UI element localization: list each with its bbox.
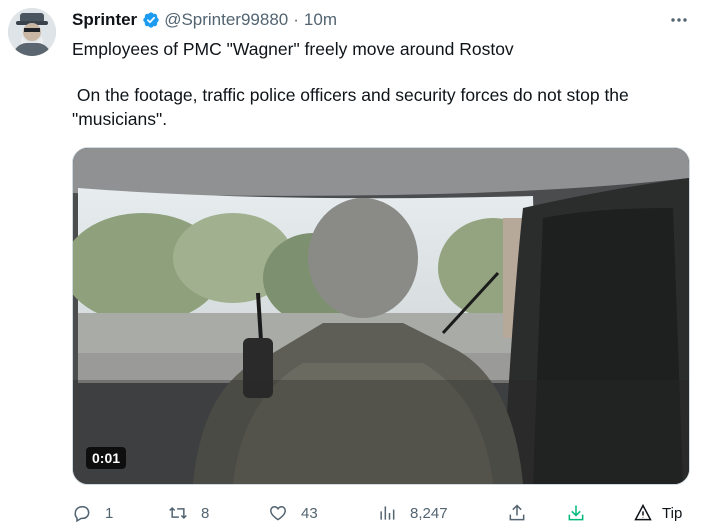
retweet-icon — [169, 506, 187, 520]
action-bar: 1 8 43 8,247 Tip — [72, 499, 692, 527]
tip-button[interactable]: Tip — [633, 499, 682, 527]
separator-dot: · — [293, 10, 299, 29]
download-button[interactable] — [566, 499, 586, 527]
share-icon — [509, 504, 525, 521]
reply-button[interactable]: 1 — [72, 499, 113, 527]
retweet-button[interactable]: 8 — [168, 499, 209, 527]
views-button[interactable]: 8,247 — [377, 499, 448, 527]
reply-count: 1 — [105, 504, 114, 522]
download-icon — [568, 505, 584, 521]
timestamp[interactable]: 10m — [304, 10, 337, 30]
like-button[interactable]: 43 — [268, 499, 318, 527]
tweet: Sprinter @Sprinter99880 · 10m Employees … — [0, 0, 701, 528]
views-icon — [380, 506, 395, 520]
tip-icon — [634, 503, 652, 521]
views-count: 8,247 — [410, 504, 448, 522]
retweet-count: 8 — [201, 504, 210, 522]
display-name[interactable]: Sprinter — [72, 10, 137, 30]
like-count: 43 — [301, 504, 318, 522]
tip-label: Tip — [662, 504, 683, 522]
author-handle[interactable]: @Sprinter99880 — [164, 10, 288, 30]
more-icon[interactable] — [669, 10, 689, 30]
tweet-header: Sprinter @Sprinter99880 · 10m — [72, 9, 681, 31]
video-frame — [73, 148, 689, 484]
tweet-text-line2: On the footage, traffic police officers … — [72, 85, 634, 129]
video-player[interactable]: 0:01 — [72, 147, 690, 485]
tweet-text-line1: Employees of PMC "Wagner" freely move ar… — [72, 39, 514, 59]
tweet-text: Employees of PMC "Wagner" freely move ar… — [72, 37, 687, 131]
video-duration: 0:01 — [86, 447, 127, 469]
like-icon — [270, 505, 286, 521]
verified-icon — [143, 12, 159, 28]
reply-icon — [74, 506, 90, 523]
share-button[interactable] — [507, 499, 527, 527]
avatar[interactable] — [8, 8, 56, 56]
